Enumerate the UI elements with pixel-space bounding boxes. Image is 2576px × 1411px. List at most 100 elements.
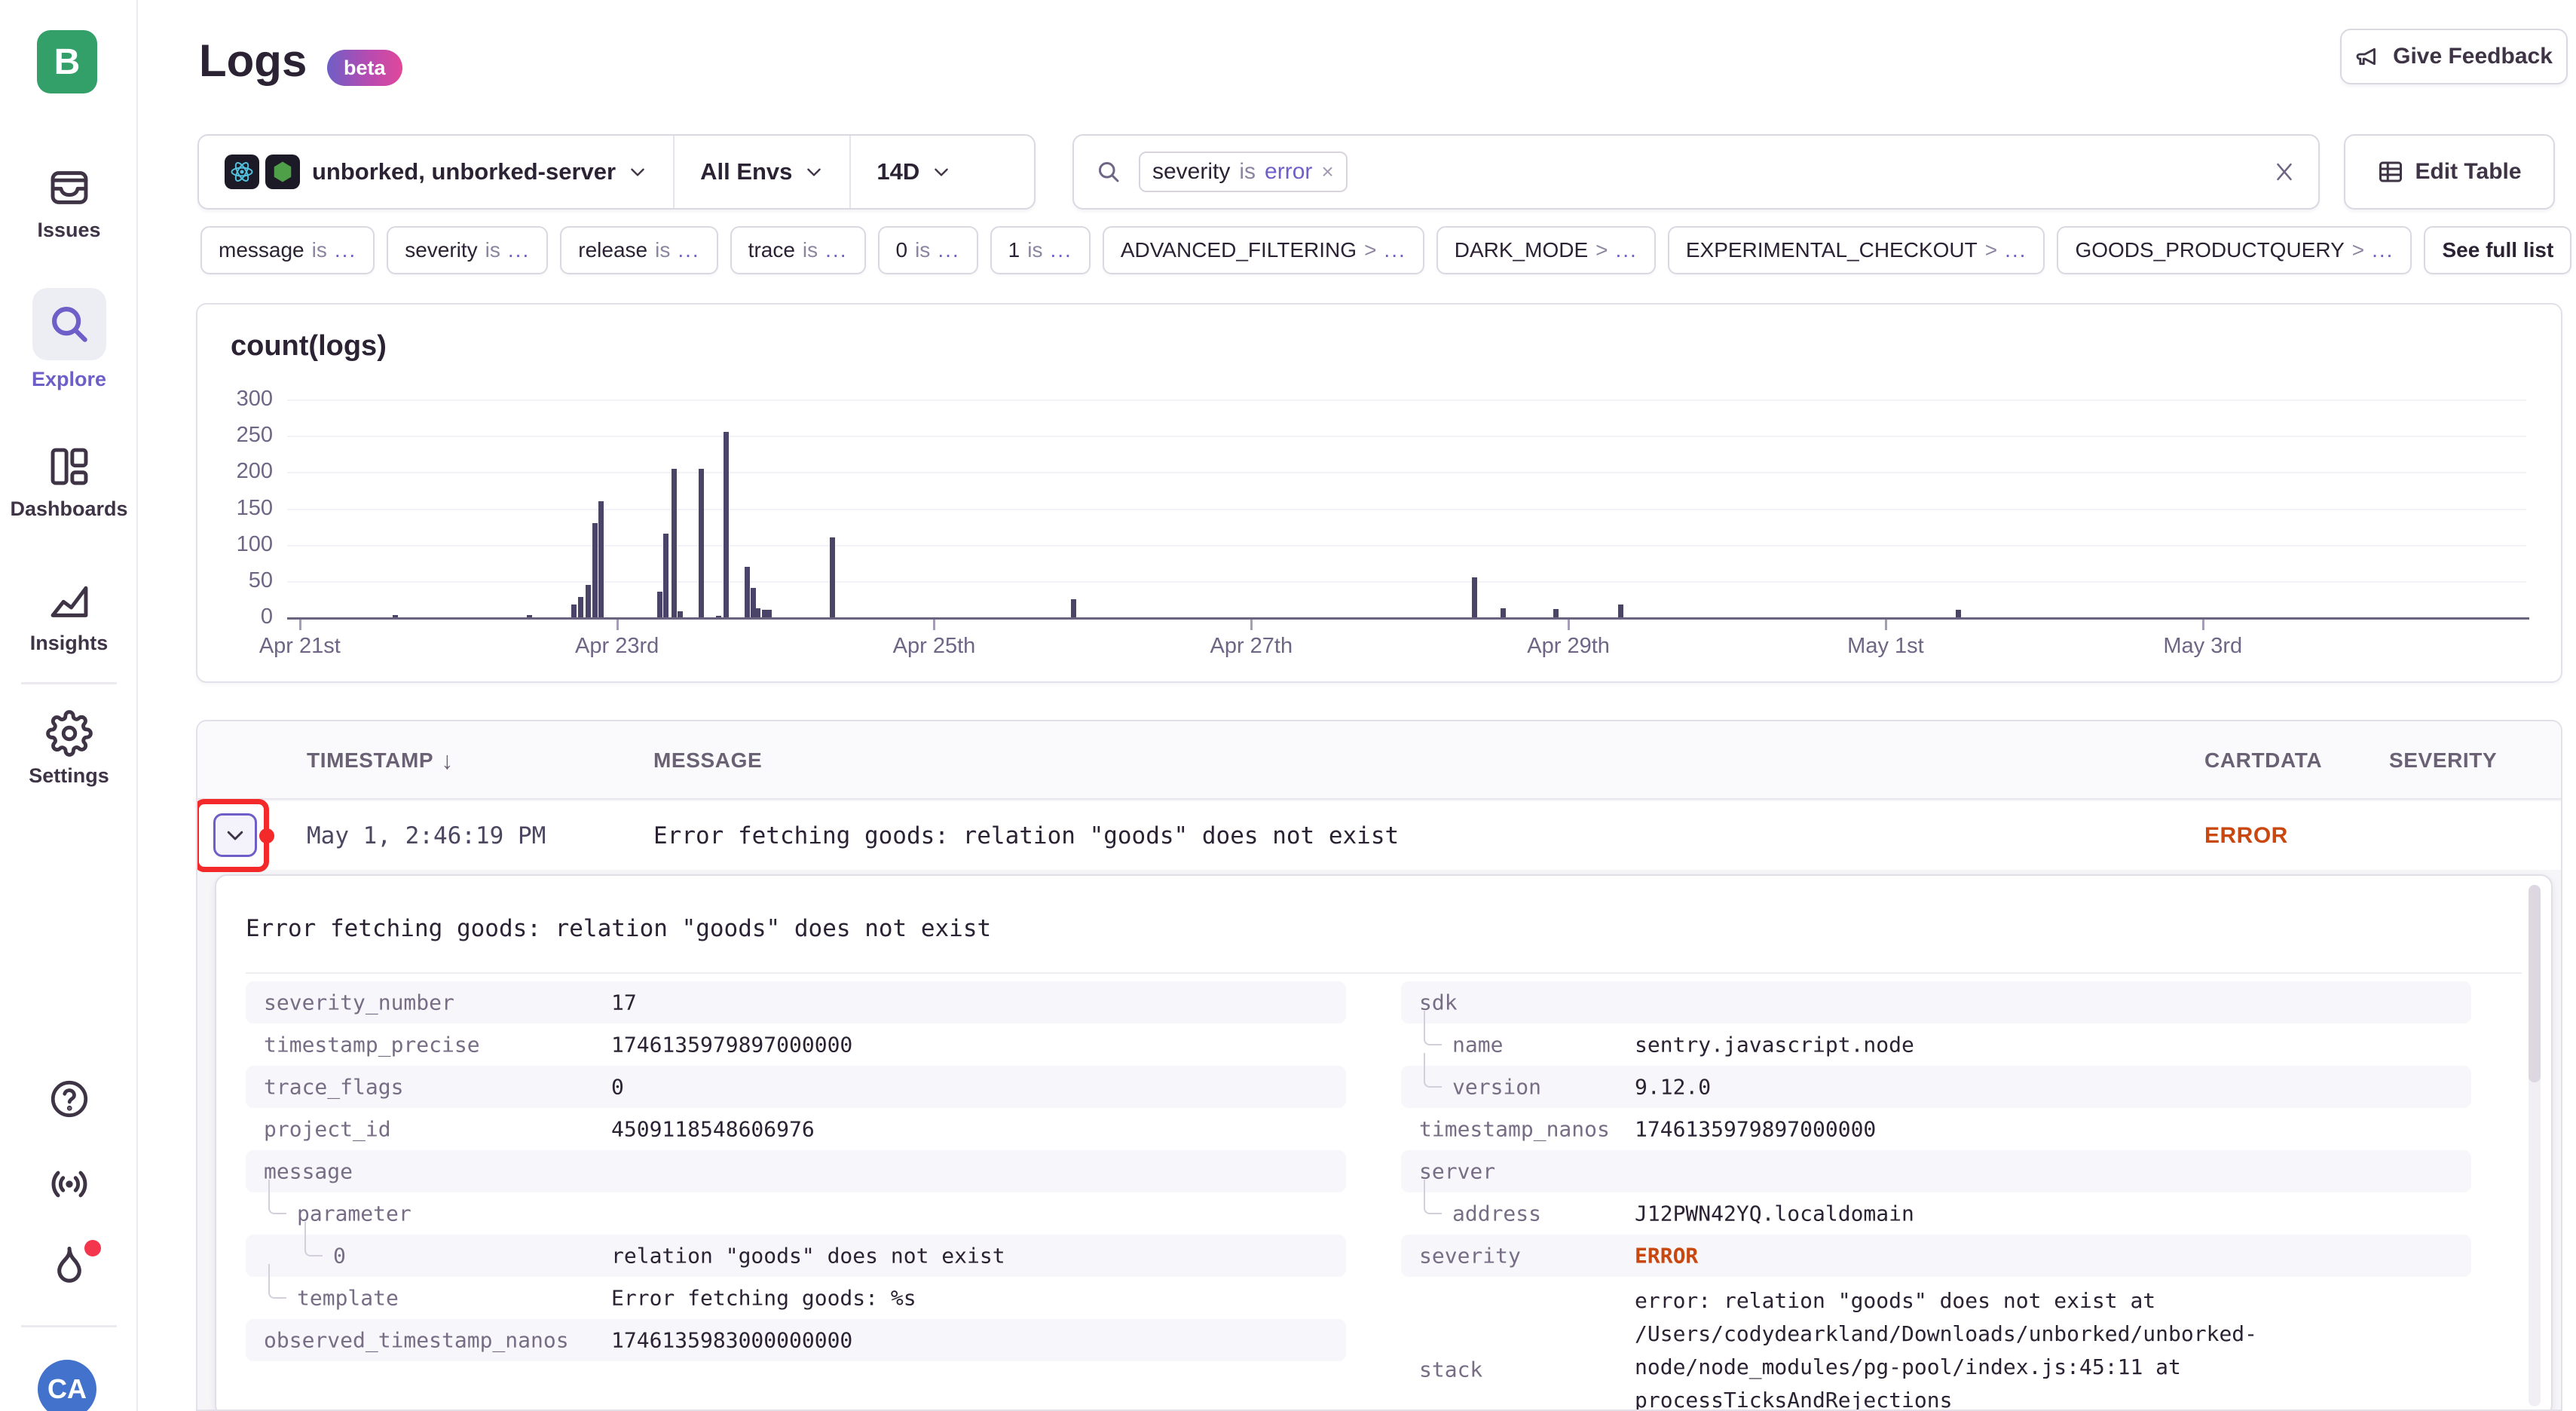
attribute-value: 1746135979897000000 [1635, 1117, 1876, 1142]
broadcast-icon [46, 1161, 93, 1207]
tree-connector [304, 1222, 323, 1256]
attribute-key: trace_flags [264, 1075, 403, 1100]
filter-chip[interactable]: 1is... [990, 226, 1091, 274]
column-header-message[interactable]: MESSAGE [653, 721, 762, 800]
sidebar-divider [21, 1325, 117, 1327]
chart-bar [1472, 577, 1477, 617]
filter-chips-row: messageis...severityis...releaseis... tra… [200, 226, 2576, 274]
attribute-row[interactable]: server [1401, 1150, 2471, 1192]
tree-connector [268, 1264, 286, 1299]
filter-chip[interactable]: GOODS_PRODUCTQUERY>... [2057, 226, 2412, 274]
chart-bar [578, 597, 583, 617]
attribute-row[interactable]: severity_number17 [246, 981, 1346, 1024]
divider [246, 972, 2522, 974]
filter-chip[interactable]: 0is... [878, 226, 978, 274]
attribute-row[interactable]: parameter [246, 1192, 1346, 1235]
filter-chip[interactable]: messageis... [200, 226, 375, 274]
attribute-row[interactable]: observed_timestamp_nanos1746135983000000… [246, 1319, 1346, 1361]
x-axis-tick-label: Apr 27th [1210, 634, 1293, 659]
chevron-down-icon [804, 162, 824, 182]
whats-new-button[interactable] [0, 1161, 138, 1207]
attribute-row[interactable]: severityERROR [1401, 1235, 2471, 1277]
date-range-selector-label: 14D [877, 158, 919, 185]
attribute-row[interactable]: stackerror: relation "goods" does not ex… [1401, 1277, 2471, 1411]
avatar[interactable]: CA [38, 1360, 96, 1411]
attribute-key: project_id [264, 1117, 391, 1142]
sidebar-item-explore[interactable]: Explore [0, 288, 138, 391]
scrollbar[interactable] [2529, 885, 2541, 1406]
chart-bar [586, 585, 591, 617]
attribute-key: severity [1419, 1244, 1521, 1269]
filter-chip[interactable]: DARK_MODE>... [1436, 226, 1656, 274]
sidebar-divider [21, 682, 117, 684]
org-logo[interactable]: B [37, 30, 97, 93]
scrollbar-thumb[interactable] [2529, 885, 2541, 1082]
filter-chip[interactable]: severityis... [387, 226, 548, 274]
tree-connector [1424, 1053, 1442, 1088]
attribute-row[interactable]: 0 relation "goods" does not exist [246, 1235, 1346, 1277]
attribute-row[interactable]: timestamp_nanos1746135979897000000 [1401, 1108, 2471, 1150]
attribute-row[interactable]: namesentry.javascript.node [1401, 1024, 2471, 1066]
x-axis-tick [2202, 620, 2204, 630]
chart-bar [592, 523, 598, 617]
onboarding-button[interactable] [0, 1242, 138, 1290]
y-axis-tick-label: 200 [197, 459, 273, 484]
attribute-value: 9.12.0 [1635, 1075, 1711, 1100]
chart-bar [766, 610, 772, 617]
attribute-key: 0 [333, 1244, 346, 1269]
attribute-row[interactable]: project_id4509118548606976 [246, 1108, 1346, 1150]
gridline [287, 581, 2526, 583]
logs-table: TIMESTAMP ↓ MESSAGE CARTDATA SEVERITY Ma… [196, 720, 2562, 1411]
x-axis-tick [1885, 620, 1887, 630]
x-axis-tick-label: Apr 25th [893, 634, 976, 659]
attribute-row[interactable]: sdk [1401, 981, 2471, 1024]
log-detail-title: Error fetching goods: relation "goods" d… [246, 915, 991, 942]
give-feedback-button[interactable]: Give Feedback [2340, 29, 2568, 84]
sidebar-item-dashboards[interactable]: Dashboards [0, 443, 138, 521]
filter-chip[interactable]: ADVANCED_FILTERING>... [1103, 226, 1424, 274]
chevron-down-icon [932, 162, 951, 182]
search-filter-token[interactable]: severity is error × [1139, 152, 1348, 192]
sidebar-item-label: Issues [37, 219, 100, 242]
column-header-timestamp[interactable]: TIMESTAMP ↓ [307, 721, 454, 800]
attribute-value: Error fetching goods: %s [611, 1286, 916, 1311]
search-input[interactable]: severity is error × [1072, 134, 2320, 210]
attribute-row[interactable]: timestamp_precise1746135979897000000 [246, 1024, 1346, 1066]
y-axis-tick-label: 100 [197, 532, 273, 557]
attribute-row[interactable]: templateError fetching goods: %s [246, 1277, 1346, 1319]
expand-row-button[interactable] [213, 813, 257, 857]
project-selector[interactable]: unborked, unborked-server [199, 136, 673, 208]
x-axis-tick [1250, 620, 1253, 630]
filter-chip[interactable]: EXPERIMENTAL_CHECKOUT>... [1668, 226, 2045, 274]
attribute-value: relation "goods" does not exist [611, 1244, 1005, 1269]
search-icon [32, 288, 106, 360]
column-header-cartdata[interactable]: CARTDATA [2204, 721, 2322, 800]
chart-plot-area[interactable] [287, 399, 2526, 617]
filter-chip[interactable]: releaseis... [560, 226, 717, 274]
clear-search-icon[interactable] [2272, 159, 2297, 185]
filter-chip[interactable]: traceis... [730, 226, 866, 274]
y-axis-tick-label: 150 [197, 496, 273, 521]
log-table-row[interactable]: May 1, 2:46:19 PM Error fetching goods: … [197, 801, 2561, 870]
attribute-key: name [1452, 1033, 1503, 1057]
help-icon [47, 1076, 92, 1122]
sidebar-item-insights[interactable]: Insights [0, 577, 138, 655]
attribute-row[interactable]: trace_flags0 [246, 1066, 1346, 1108]
edit-table-button[interactable]: Edit Table [2344, 134, 2555, 210]
see-full-list-chip[interactable]: See full list [2424, 226, 2571, 274]
environment-selector[interactable]: All Envs [673, 136, 849, 208]
tree-connector [268, 1180, 286, 1214]
sidebar-item-issues[interactable]: Issues [0, 164, 138, 242]
sidebar-item-settings[interactable]: Settings [0, 710, 138, 788]
edit-table-label: Edit Table [2415, 159, 2521, 185]
attribute-row[interactable]: message [246, 1150, 1346, 1192]
help-button[interactable] [0, 1076, 138, 1122]
column-header-severity[interactable]: SEVERITY [2389, 721, 2497, 800]
attribute-row[interactable]: addressJ12PWN42YQ.localdomain [1401, 1192, 2471, 1235]
token-remove-icon[interactable]: × [1321, 160, 1333, 184]
sidebar-item-label: Settings [29, 764, 109, 788]
attribute-row[interactable]: version9.12.0 [1401, 1066, 2471, 1108]
token-value: error [1265, 159, 1312, 185]
log-timestamp: May 1, 2:46:19 PM [307, 801, 546, 870]
date-range-selector[interactable]: 14D [849, 136, 977, 208]
